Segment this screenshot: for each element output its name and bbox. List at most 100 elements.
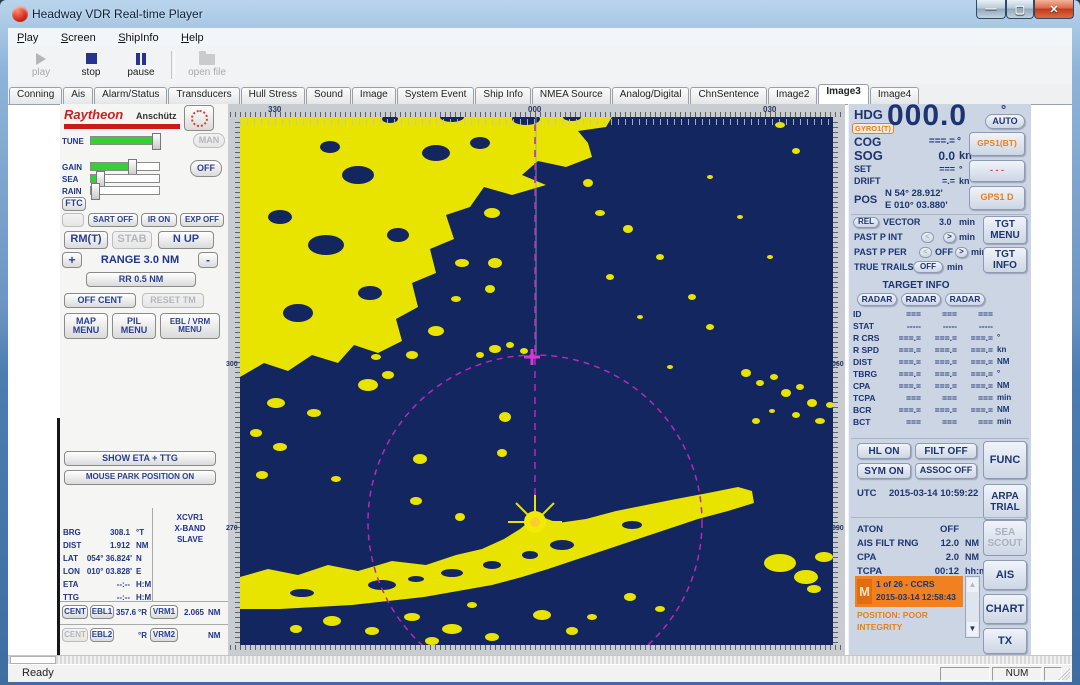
chart-button[interactable]: CHART <box>983 594 1027 624</box>
menu-bar: Play Screen ShipInfo Help <box>8 28 1072 47</box>
gps1-bt-button[interactable]: GPS1(BT) <box>969 132 1025 156</box>
stop-button[interactable]: stop <box>68 49 114 81</box>
assoc-off-button[interactable]: ASSOC OFF <box>915 463 977 479</box>
tab-sound[interactable]: Sound <box>306 87 351 104</box>
tab-ais[interactable]: Ais <box>63 87 93 104</box>
tab-hull-stress[interactable]: Hull Stress <box>241 87 305 104</box>
past-pos-int-label: PAST P INT <box>854 232 903 242</box>
mouse-park-button[interactable]: MOUSE PARK POSITION ON <box>64 470 216 485</box>
rain-slider[interactable] <box>90 186 160 195</box>
tab-image2[interactable]: Image2 <box>768 87 817 104</box>
rel-vector-toggle[interactable]: REL <box>853 217 879 228</box>
radar-logo-button[interactable] <box>184 105 214 131</box>
show-eta-ttg-button[interactable]: SHOW ETA + TTG <box>64 451 216 466</box>
off-cent-button[interactable]: OFF CENT <box>64 293 136 308</box>
set-label: SET <box>854 164 872 174</box>
filt-off-button[interactable]: FILT OFF <box>915 443 977 459</box>
target2-radar-button[interactable]: RADAR <box>901 293 941 306</box>
ebl1-button[interactable]: EBL1 <box>90 605 114 619</box>
cpa-limit-value: 2.0 <box>909 552 959 563</box>
reset-tm-button: RESET TM <box>142 293 204 308</box>
vrm1-button[interactable]: VRM1 <box>150 605 178 619</box>
auto-button[interactable]: AUTO <box>985 114 1025 129</box>
past-per-inc-button[interactable]: > <box>955 247 968 258</box>
range-readout: RANGE 3.0 NM <box>86 254 194 266</box>
exp-off-button[interactable]: EXP OFF <box>180 213 224 227</box>
alarm-message-line2: INTEGRITY <box>857 622 902 632</box>
drift-unit: kn <box>959 176 970 186</box>
scale-label-270: 270 <box>226 525 238 532</box>
vrm2-button[interactable]: VRM2 <box>150 628 178 642</box>
scroll-up-icon[interactable]: ▲ <box>967 578 978 592</box>
cpa-limit-label: CPA <box>857 552 876 563</box>
tune-label: TUNE <box>62 137 84 146</box>
menu-shipinfo[interactable]: ShipInfo <box>109 30 167 44</box>
xcvr-line2: X-BAND <box>160 524 220 533</box>
arpa-trial-button[interactable]: ARPATRIAL <box>983 484 1027 520</box>
sea-slider[interactable] <box>90 174 160 183</box>
tab-conning[interactable]: Conning <box>9 87 62 104</box>
close-button[interactable]: ✕ <box>1034 0 1074 19</box>
target3-radar-button[interactable]: RADAR <box>945 293 985 306</box>
man-button: MAN <box>193 133 225 148</box>
scroll-down-icon[interactable]: ▼ <box>967 622 978 636</box>
alarm-list[interactable]: M 1 of 26 - CCRS 2015-03-14 12:58:43 POS… <box>855 576 963 638</box>
hl-on-button[interactable]: HL ON <box>857 443 911 459</box>
ebl-vrm-menu-button[interactable]: EBL / VRMMENU <box>160 313 220 339</box>
true-trails-label: TRUE TRAILS <box>854 262 914 272</box>
aton-value: OFF <box>909 524 959 535</box>
menu-help[interactable]: Help <box>172 30 213 44</box>
tab-image3[interactable]: Image3 <box>818 84 868 104</box>
hdg-value: 000.0 <box>887 99 967 133</box>
alarm-scrollbar[interactable]: ▲ ▼ <box>965 576 980 638</box>
n-up-button[interactable]: N UP <box>158 231 214 249</box>
ais-filt-unit: NM <box>965 538 979 548</box>
tgt-info-button[interactable]: TGTINFO <box>983 247 1027 273</box>
tab-chnsentence[interactable]: ChnSentence <box>690 87 767 104</box>
menu-screen[interactable]: Screen <box>52 30 105 44</box>
resize-grip[interactable] <box>1058 668 1070 680</box>
tab-alarm-status[interactable]: Alarm/Status <box>94 87 167 104</box>
radar-control-panel: Raytheon Anschütz TUNE MAN GAIN OFF SEA … <box>60 104 228 655</box>
hscroll-thumb[interactable] <box>10 656 56 664</box>
tab-nmea-source[interactable]: NMEA Source <box>532 87 611 104</box>
tx-button[interactable]: TX <box>983 628 1027 654</box>
menu-play[interactable]: Play <box>8 30 47 44</box>
cent1-button[interactable]: CENT <box>62 605 88 619</box>
radar-ppi[interactable] <box>240 117 833 645</box>
tab-analog-digital[interactable]: Analog/Digital <box>612 87 690 104</box>
ftc-button[interactable]: FTC <box>62 197 86 211</box>
range-plus-button[interactable]: + <box>62 252 82 268</box>
tab-transducers[interactable]: Transducers <box>168 87 239 104</box>
ais-button[interactable]: AIS <box>983 560 1027 590</box>
tab-system-event[interactable]: System Event <box>397 87 475 104</box>
maximize-button[interactable]: ▢ <box>1006 0 1034 19</box>
tgt-menu-button[interactable]: TGTMENU <box>983 216 1027 244</box>
tab-ship-info[interactable]: Ship Info <box>475 87 530 104</box>
tab-image[interactable]: Image <box>352 87 396 104</box>
title-bar[interactable]: Headway VDR Real-time Player — ▢ ✕ <box>0 0 1080 28</box>
range-minus-button[interactable]: - <box>198 252 218 268</box>
tune-slider[interactable] <box>90 136 160 145</box>
true-trails-toggle[interactable]: OFF <box>913 261 943 273</box>
pause-button[interactable]: pause <box>118 49 164 81</box>
func-button[interactable]: FUNC <box>983 441 1027 479</box>
rm-t-button[interactable]: RM(T) <box>64 231 108 249</box>
range-rings-button[interactable]: RR 0.5 NM <box>86 272 196 287</box>
ir-on-button[interactable]: IR ON <box>141 213 177 227</box>
map-menu-button[interactable]: MAPMENU <box>64 313 108 339</box>
target1-radar-button[interactable]: RADAR <box>857 293 897 306</box>
past-int-unit: min <box>959 232 975 242</box>
sym-on-button[interactable]: SYM ON <box>857 463 911 479</box>
scale-label-090: 090 <box>832 525 844 532</box>
pause-label: pause <box>127 67 154 78</box>
minimize-button[interactable]: — <box>976 0 1006 19</box>
off-button[interactable]: OFF <box>190 160 222 177</box>
sart-off-button[interactable]: SART OFF <box>88 213 138 227</box>
dash-source-button[interactable]: - - - <box>969 160 1025 182</box>
pil-menu-button[interactable]: PILMENU <box>112 313 156 339</box>
past-int-inc-button[interactable]: > <box>943 232 956 243</box>
gain-slider[interactable] <box>90 162 160 171</box>
gps1-d-button[interactable]: GPS1 D <box>969 186 1025 210</box>
ebl2-button[interactable]: EBL2 <box>90 628 114 642</box>
